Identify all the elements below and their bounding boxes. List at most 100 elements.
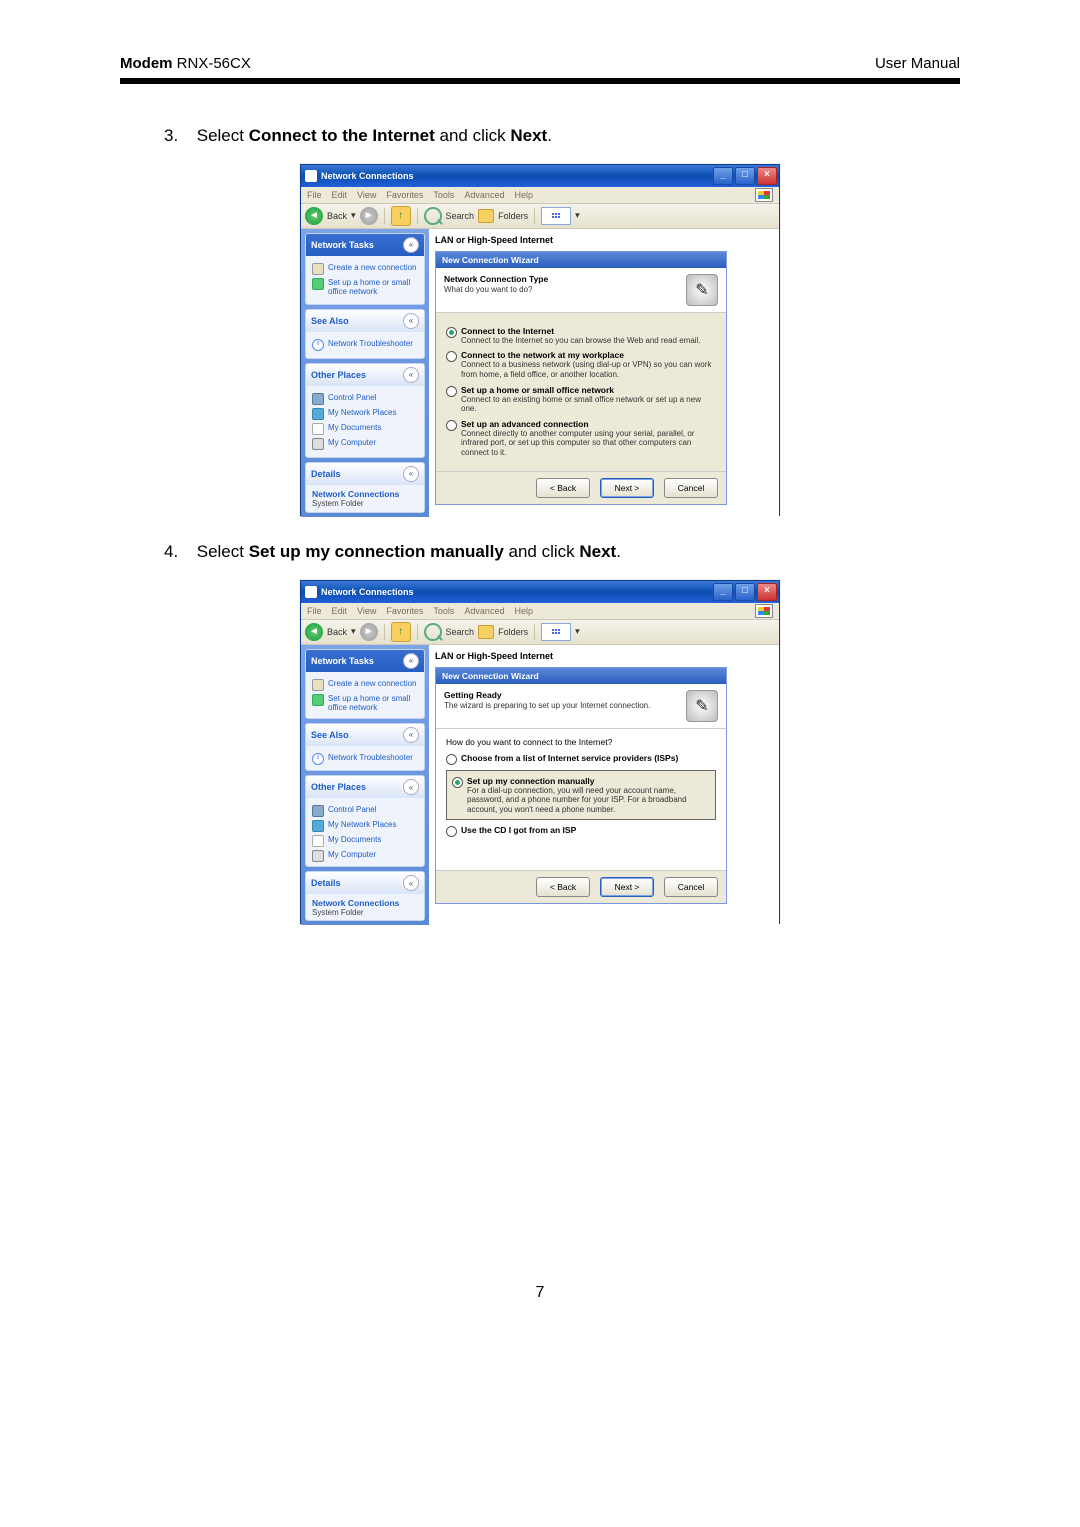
panel-header-tasks[interactable]: Network Tasks«: [306, 650, 424, 672]
next-button[interactable]: Next >: [600, 877, 654, 897]
menu-advanced[interactable]: Advanced: [464, 190, 504, 200]
menu-edit[interactable]: Edit: [332, 190, 348, 200]
radio-icon: [446, 386, 457, 397]
back-label: Back: [327, 627, 347, 637]
content-area: LAN or High-Speed Internet New Connectio…: [429, 229, 779, 517]
views-button[interactable]: [541, 207, 571, 225]
panel-other-places: Other Places« Control Panel My Network P…: [305, 363, 425, 458]
link-my-documents[interactable]: My Documents: [312, 423, 418, 435]
menu-help[interactable]: Help: [514, 606, 533, 616]
option-isp-list[interactable]: Choose from a list of Internet service p…: [446, 753, 716, 765]
minimize-button[interactable]: _: [713, 167, 733, 185]
option-connect-internet[interactable]: Connect to the InternetConnect to the In…: [446, 326, 716, 346]
back-button[interactable]: ◄: [305, 207, 323, 225]
window-buttons: _ □ ×: [713, 583, 777, 601]
computer-icon: [312, 850, 324, 862]
maximize-button[interactable]: □: [735, 583, 755, 601]
minimize-button[interactable]: _: [713, 583, 733, 601]
link-my-documents[interactable]: My Documents: [312, 835, 418, 847]
panel-header-other[interactable]: Other Places«: [306, 364, 424, 386]
search-button[interactable]: Search: [446, 211, 475, 221]
panel-header-details[interactable]: Details«: [306, 463, 424, 485]
link-my-computer[interactable]: My Computer: [312, 438, 418, 450]
link-control-panel[interactable]: Control Panel: [312, 393, 418, 405]
link-my-network-places[interactable]: My Network Places: [312, 408, 418, 420]
panel-header-see-also[interactable]: See Also«: [306, 724, 424, 746]
folders-button[interactable]: Folders: [498, 627, 528, 637]
option-use-cd[interactable]: Use the CD I got from an ISP: [446, 825, 716, 837]
link-control-panel[interactable]: Control Panel: [312, 805, 418, 817]
wizard-question: How do you want to connect to the Intern…: [446, 737, 716, 747]
up-button[interactable]: [391, 622, 411, 642]
views-dropdown-icon[interactable]: ▾: [575, 210, 580, 221]
folders-button[interactable]: Folders: [498, 211, 528, 221]
link-setup-home-network[interactable]: Set up a home or small office network: [312, 278, 418, 297]
close-button[interactable]: ×: [757, 583, 777, 601]
maximize-button[interactable]: □: [735, 167, 755, 185]
menu-tools[interactable]: Tools: [433, 606, 454, 616]
views-button[interactable]: [541, 623, 571, 641]
window-title: Network Connections: [321, 587, 414, 597]
toolbar: ◄ Back ▾ ► Search Folders ▾: [301, 204, 779, 229]
menu-edit[interactable]: Edit: [332, 606, 348, 616]
app-icon: [305, 170, 317, 182]
link-create-connection[interactable]: Create a new connection: [312, 679, 418, 691]
cancel-button[interactable]: Cancel: [664, 877, 718, 897]
chevron-up-icon: «: [403, 367, 419, 383]
folders-icon: [478, 209, 494, 223]
next-button[interactable]: Next >: [600, 478, 654, 498]
menu-help[interactable]: Help: [514, 190, 533, 200]
panel-details: Details« Network Connections System Fold…: [305, 462, 425, 513]
close-button[interactable]: ×: [757, 167, 777, 185]
chevron-up-icon: «: [403, 875, 419, 891]
option-manual[interactable]: Set up my connection manuallyFor a dial-…: [452, 776, 710, 815]
menu-view[interactable]: View: [357, 606, 376, 616]
radio-icon: [446, 826, 457, 837]
menu-file[interactable]: File: [307, 190, 322, 200]
titlebar: Network Connections _ □ ×: [301, 581, 779, 603]
option-workplace[interactable]: Connect to the network at my workplaceCo…: [446, 350, 716, 379]
info-icon: [312, 753, 324, 765]
content-area: LAN or High-Speed Internet New Connectio…: [429, 645, 779, 925]
menu-tools[interactable]: Tools: [433, 190, 454, 200]
control-panel-icon: [312, 805, 324, 817]
panel-details: Details« Network Connections System Fold…: [305, 871, 425, 920]
menu-favorites[interactable]: Favorites: [386, 606, 423, 616]
search-button[interactable]: Search: [446, 627, 475, 637]
forward-button[interactable]: ►: [360, 207, 378, 225]
link-my-computer[interactable]: My Computer: [312, 850, 418, 862]
panel-see-also: See Also« Network Troubleshooter: [305, 309, 425, 359]
back-button[interactable]: < Back: [536, 877, 590, 897]
menu-file[interactable]: File: [307, 606, 322, 616]
back-button[interactable]: ◄: [305, 623, 323, 641]
views-dropdown-icon[interactable]: ▾: [575, 626, 580, 637]
menu-advanced[interactable]: Advanced: [464, 606, 504, 616]
menu-view[interactable]: View: [357, 190, 376, 200]
panel-header-tasks[interactable]: Network Tasks«: [306, 234, 424, 256]
menu-favorites[interactable]: Favorites: [386, 190, 423, 200]
link-troubleshooter[interactable]: Network Troubleshooter: [312, 753, 418, 765]
forward-button[interactable]: ►: [360, 623, 378, 641]
cancel-button[interactable]: Cancel: [664, 478, 718, 498]
option-advanced[interactable]: Set up an advanced connectionConnect dir…: [446, 419, 716, 458]
link-troubleshooter[interactable]: Network Troubleshooter: [312, 339, 418, 351]
chevron-up-icon: «: [403, 466, 419, 482]
chevron-up-icon: «: [403, 313, 419, 329]
link-create-connection[interactable]: Create a new connection: [312, 263, 418, 275]
up-button[interactable]: [391, 206, 411, 226]
flag-icon: [755, 604, 773, 618]
radio-icon: [446, 420, 457, 431]
panel-header-other[interactable]: Other Places«: [306, 776, 424, 798]
panel-network-tasks: Network Tasks« Create a new connection S…: [305, 233, 425, 305]
panel-header-see-also[interactable]: See Also«: [306, 310, 424, 332]
back-button[interactable]: < Back: [536, 478, 590, 498]
panel-header-details[interactable]: Details«: [306, 872, 424, 894]
back-dropdown-icon[interactable]: ▾: [351, 626, 356, 637]
back-dropdown-icon[interactable]: ▾: [351, 210, 356, 221]
wizard-logo-icon: ✎: [686, 690, 718, 722]
link-my-network-places[interactable]: My Network Places: [312, 820, 418, 832]
details-title: Network Connections: [312, 489, 418, 499]
option-home-network[interactable]: Set up a home or small office networkCon…: [446, 385, 716, 414]
link-setup-home-network[interactable]: Set up a home or small office network: [312, 694, 418, 713]
wizard-title: New Connection Wizard: [436, 252, 726, 268]
